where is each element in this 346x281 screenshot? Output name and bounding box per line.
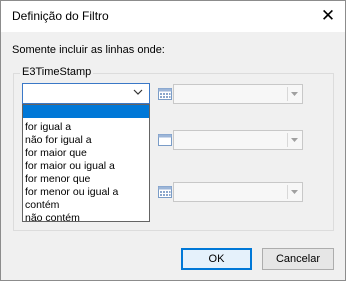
cancel-button[interactable]: Cancelar bbox=[262, 248, 334, 270]
operator-combo[interactable] bbox=[22, 83, 150, 104]
group-label: E3TimeStamp bbox=[20, 66, 94, 78]
window-title: Definição do Filtro bbox=[12, 9, 109, 23]
dropdown-arrow-icon[interactable] bbox=[287, 133, 300, 147]
dropdown-arrow-icon[interactable] bbox=[287, 87, 300, 101]
dropdown-arrow-icon[interactable] bbox=[287, 185, 300, 199]
ok-button-label: OK bbox=[208, 253, 225, 265]
calendar-icon[interactable] bbox=[158, 134, 172, 146]
chevron-down-icon bbox=[133, 89, 143, 95]
calendar-icon[interactable] bbox=[158, 186, 172, 198]
filter-definition-dialog: Definição do Filtro ✕ Somente incluir as… bbox=[0, 0, 346, 281]
dropdown-option-greater[interactable]: for maior que bbox=[23, 147, 149, 160]
value-field-1[interactable] bbox=[173, 84, 303, 104]
close-icon: ✕ bbox=[320, 6, 336, 26]
value-field-2[interactable] bbox=[173, 130, 303, 150]
value-field-3[interactable] bbox=[173, 182, 303, 202]
dropdown-option-less[interactable]: for menor que bbox=[23, 173, 149, 186]
ok-button[interactable]: OK bbox=[181, 248, 252, 270]
close-button[interactable]: ✕ bbox=[313, 1, 343, 31]
instruction-label: Somente incluir as linhas onde: bbox=[12, 44, 165, 56]
dropdown-option-contains[interactable]: contém bbox=[23, 199, 149, 212]
dropdown-option-greater-equal[interactable]: for maior ou igual a bbox=[23, 160, 149, 173]
dropdown-option-not-contains[interactable]: não contém bbox=[23, 212, 149, 225]
dropdown-option-not-equal[interactable]: não for igual a bbox=[23, 134, 149, 147]
dropdown-option-equal[interactable]: for igual a bbox=[23, 121, 149, 134]
calendar-icon[interactable] bbox=[158, 88, 172, 100]
title-bar: Definição do Filtro ✕ bbox=[1, 1, 345, 32]
cancel-button-label: Cancelar bbox=[275, 253, 321, 265]
dropdown-option-less-equal[interactable]: for menor ou igual a bbox=[23, 186, 149, 199]
dropdown-option-blank[interactable] bbox=[23, 105, 149, 118]
operator-dropdown-list: for igual a não for igual a for maior qu… bbox=[22, 104, 150, 225]
